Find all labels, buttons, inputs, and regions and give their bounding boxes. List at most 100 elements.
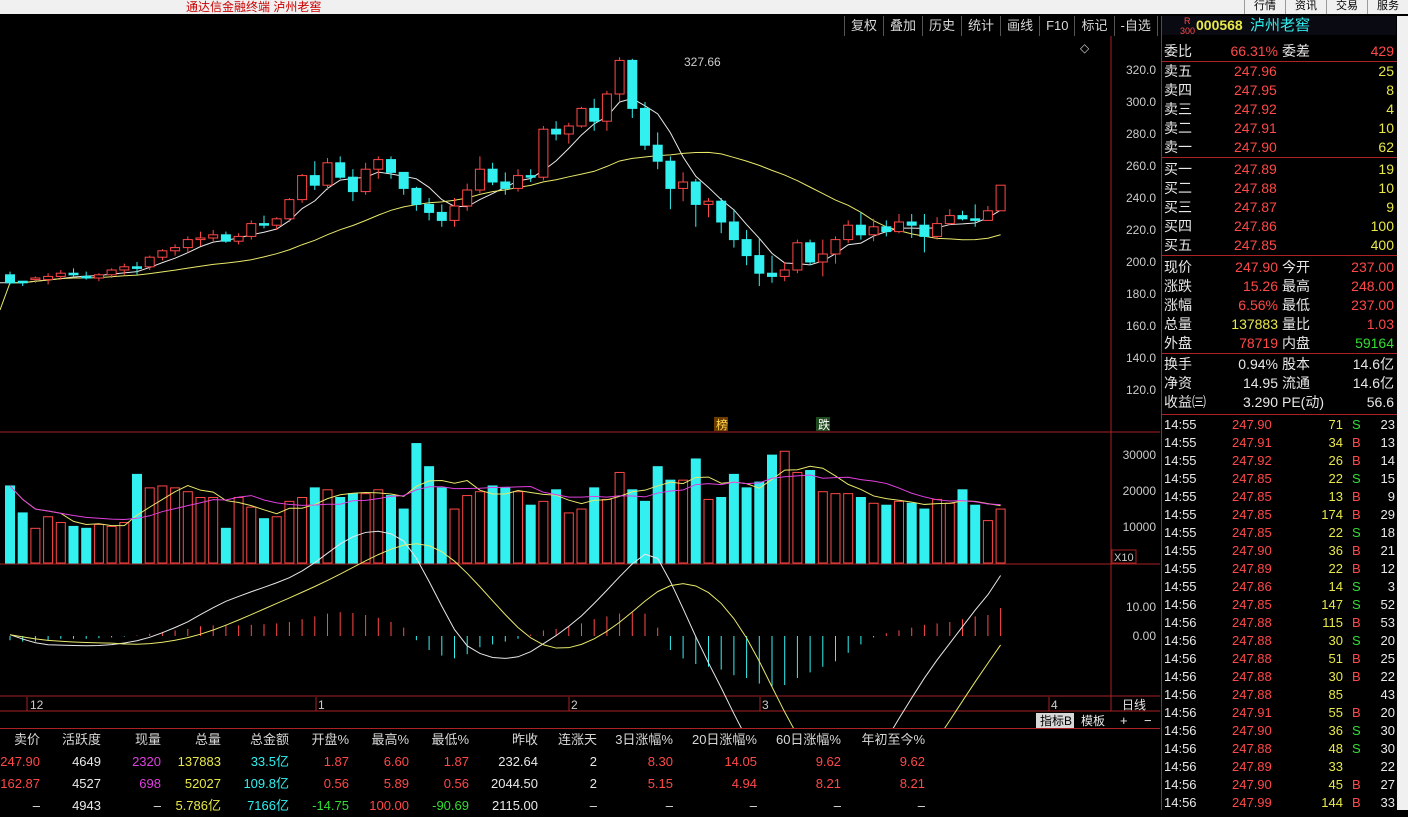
ask-row[interactable]: 卖五 247.96 25 <box>1162 62 1396 81</box>
tick-row[interactable]: 14:56 247.88 30 S 20 <box>1162 632 1397 650</box>
tick-row[interactable]: 14:55 247.91 34 B 13 <box>1162 434 1397 452</box>
volume-bar[interactable] <box>513 491 523 564</box>
candle-body[interactable] <box>487 168 498 183</box>
candle-body[interactable] <box>411 187 422 205</box>
candle-body[interactable] <box>43 275 54 281</box>
candle-body[interactable] <box>805 242 816 263</box>
table-header-cell[interactable]: 昨收 <box>512 729 538 751</box>
volume-bar[interactable] <box>81 527 92 564</box>
candle-body[interactable] <box>5 274 15 284</box>
candle-body[interactable] <box>906 221 917 226</box>
volume-bar[interactable] <box>881 504 892 564</box>
candle-body[interactable] <box>449 205 460 221</box>
volume-bar[interactable] <box>43 516 54 564</box>
volume-bar[interactable] <box>30 527 41 564</box>
table-row[interactable]: 162.87 4527 698 52027 109.8亿 0.56 5.89 0.56 2044… <box>0 773 1160 795</box>
candle-body[interactable] <box>195 237 206 241</box>
candle-body[interactable] <box>424 203 435 213</box>
candle-body[interactable] <box>436 211 447 221</box>
tick-row[interactable]: 14:56 247.88 51 B 25 <box>1162 650 1397 668</box>
volume-bar[interactable] <box>144 487 155 564</box>
volume-bar[interactable] <box>703 498 714 564</box>
candle-body[interactable] <box>563 125 574 135</box>
table-header-cell[interactable]: 活跃度 <box>62 729 101 751</box>
candle-body[interactable] <box>335 162 346 178</box>
candle-body[interactable] <box>81 275 92 279</box>
volume-bar[interactable] <box>652 466 663 564</box>
tick-row[interactable]: 14:56 247.88 115 B 53 <box>1162 614 1397 632</box>
side-toolbar[interactable] <box>1397 16 1408 810</box>
volume-bar[interactable] <box>309 487 320 564</box>
menu-service[interactable]: 服务 <box>1367 0 1408 14</box>
volume-bar[interactable] <box>93 523 104 564</box>
candle-body[interactable] <box>551 128 562 135</box>
volume-bar[interactable] <box>55 522 66 564</box>
candle-body[interactable] <box>779 269 790 277</box>
tick-row[interactable]: 14:56 247.90 36 S 30 <box>1162 722 1397 740</box>
table-header-cell[interactable]: 总量 <box>195 729 221 751</box>
volume-bar[interactable] <box>855 497 866 564</box>
volume-bar[interactable] <box>106 525 117 564</box>
volume-bar[interactable] <box>995 508 1006 564</box>
candle-body[interactable] <box>246 223 257 237</box>
indicator-tab[interactable]: 指标B <box>1040 713 1072 728</box>
tick-row[interactable]: 14:56 247.91 55 B 20 <box>1162 704 1397 722</box>
zoom-in-button[interactable]: + <box>1120 713 1128 728</box>
bid-row[interactable]: 买三 247.87 9 <box>1162 198 1396 217</box>
candle-body[interactable] <box>767 272 777 277</box>
candle-body[interactable] <box>741 239 752 257</box>
bid-row[interactable]: 买二 247.88 10 <box>1162 179 1396 198</box>
volume-bar[interactable] <box>5 485 15 564</box>
volume-bar[interactable] <box>170 487 181 564</box>
tick-row[interactable]: 14:56 247.88 48 S 30 <box>1162 740 1397 758</box>
volume-bar[interactable] <box>932 498 943 564</box>
candle-body[interactable] <box>754 255 765 274</box>
volume-bar[interactable] <box>767 454 777 564</box>
candle-body[interactable] <box>995 184 1006 212</box>
ask-row[interactable]: 卖二 247.91 10 <box>1162 119 1396 138</box>
volume-bar[interactable] <box>779 450 790 564</box>
candle-body[interactable] <box>728 221 739 241</box>
volume-bar[interactable] <box>360 493 371 564</box>
volume-bar[interactable] <box>233 497 244 564</box>
tick-row[interactable]: 14:56 247.90 45 B 27 <box>1162 776 1397 794</box>
candle-body[interactable] <box>322 162 333 186</box>
volume-bar[interactable] <box>868 502 879 564</box>
volume-bar[interactable] <box>627 489 638 564</box>
menu-trade[interactable]: 交易 <box>1326 0 1367 14</box>
volume-bar[interactable] <box>195 497 206 564</box>
candle-body[interactable] <box>855 224 866 236</box>
tick-row[interactable]: 14:56 247.88 30 B 22 <box>1162 668 1397 686</box>
candle-body[interactable] <box>627 59 638 109</box>
candle-body[interactable] <box>68 272 79 276</box>
candle-body[interactable] <box>93 274 104 279</box>
history-button[interactable]: 历史 <box>922 16 961 36</box>
volume-bar[interactable] <box>741 487 752 564</box>
volume-bar[interactable] <box>525 504 536 564</box>
table-header-cell[interactable]: 开盘% <box>311 729 349 751</box>
candle-body[interactable] <box>309 175 320 186</box>
table-header-cell[interactable]: 最低% <box>431 729 469 751</box>
menu-market[interactable]: 行情 <box>1244 0 1285 14</box>
volume-bar[interactable] <box>411 443 422 564</box>
candle-body[interactable] <box>525 175 536 178</box>
volume-bar[interactable] <box>817 491 828 564</box>
volume-bar[interactable] <box>347 493 358 564</box>
tick-row[interactable]: 14:56 247.88 85 43 <box>1162 686 1397 704</box>
candle-body[interactable] <box>538 128 549 178</box>
candle-body[interactable] <box>500 181 511 189</box>
ask-row[interactable]: 卖一 247.90 62 <box>1162 138 1396 157</box>
candle-body[interactable] <box>157 250 168 258</box>
volume-bar[interactable] <box>538 500 549 564</box>
table-header-cell[interactable]: 卖价 <box>14 729 40 751</box>
candle-body[interactable] <box>55 272 66 277</box>
kline-chart[interactable]: 320.0 300.0 280.0 260.0 240.0 220.0 200.… <box>0 36 1160 817</box>
stats-button[interactable]: 统计 <box>961 16 1000 36</box>
candle-body[interactable] <box>716 200 727 223</box>
bid-row[interactable]: 买四 247.86 100 <box>1162 217 1396 236</box>
tick-row[interactable]: 14:55 247.89 22 B 12 <box>1162 560 1397 578</box>
candle-body[interactable] <box>30 277 41 281</box>
volume-bar[interactable] <box>716 497 727 564</box>
volume-bar[interactable] <box>68 525 79 564</box>
diamond-icon[interactable]: ◇ <box>1080 41 1090 55</box>
